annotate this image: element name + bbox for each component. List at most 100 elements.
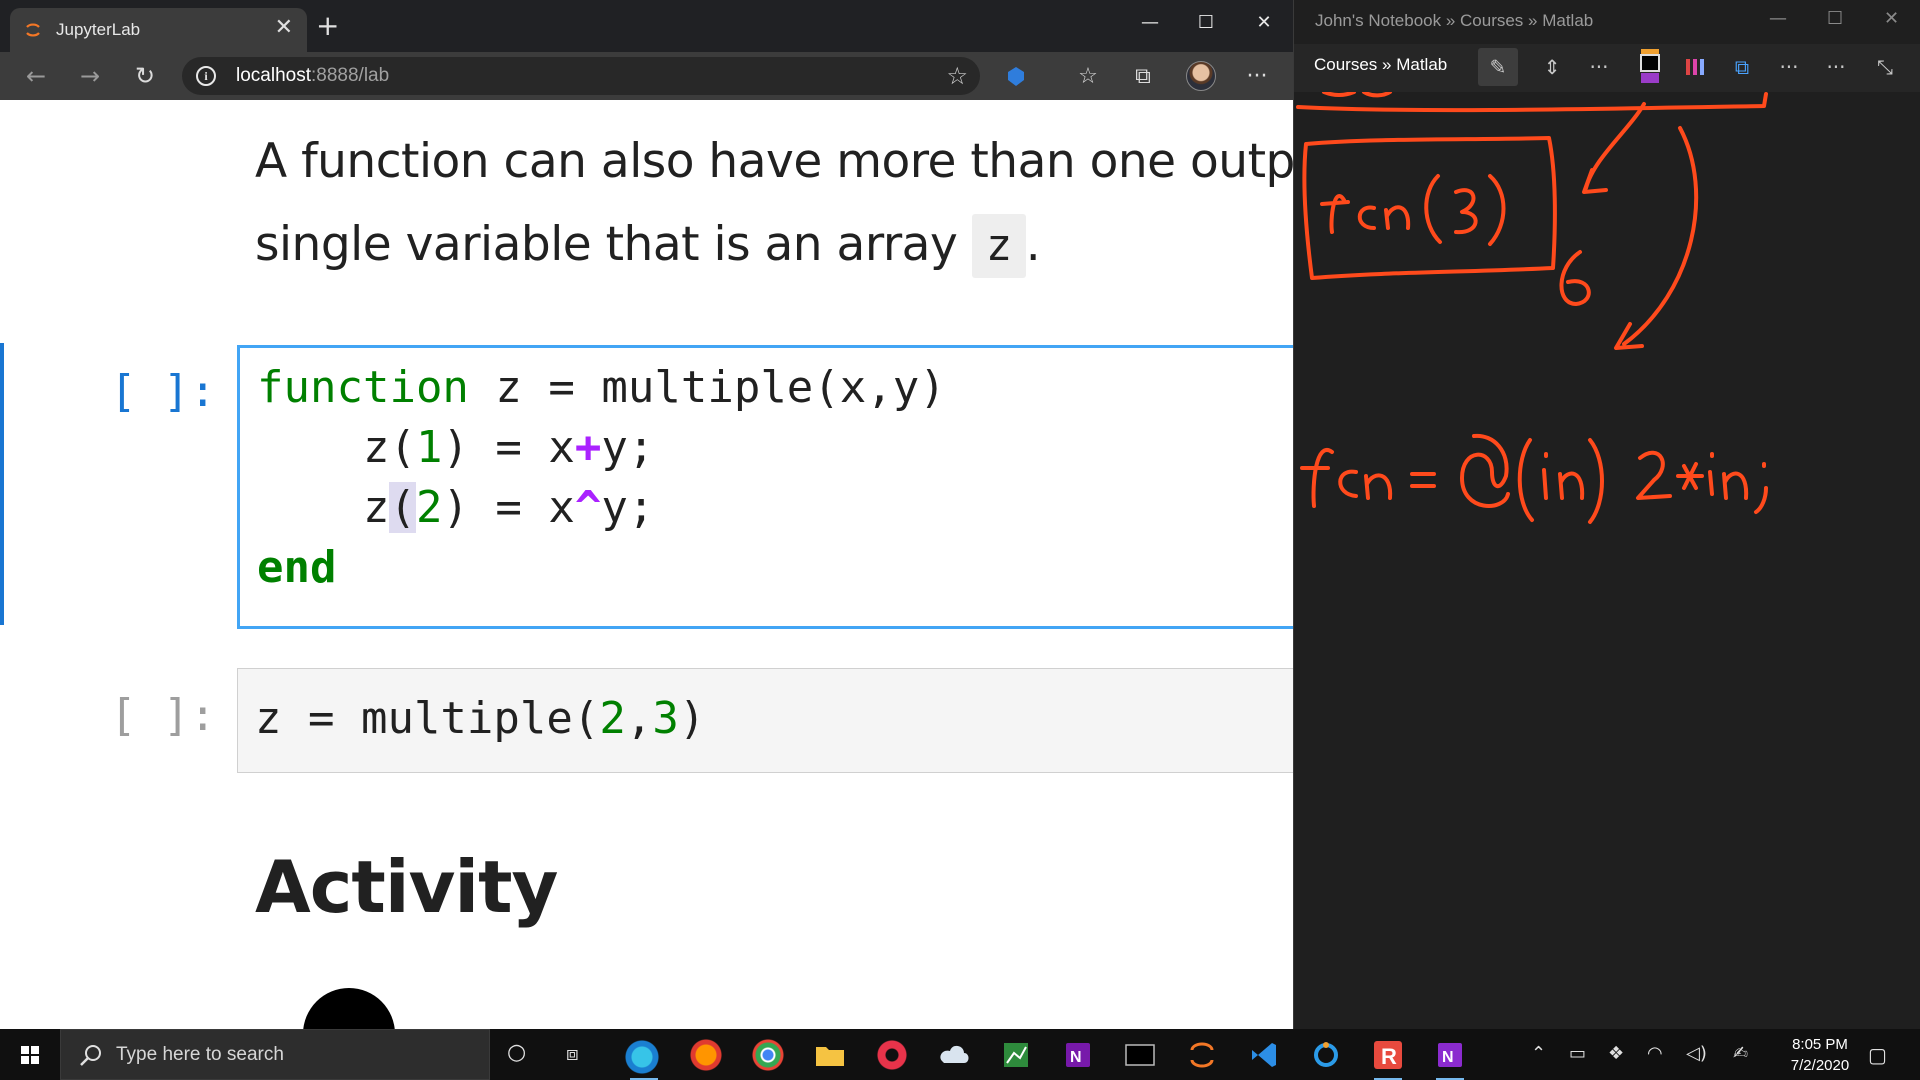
firefox-taskbar-icon[interactable] (686, 1035, 726, 1075)
ink-n (1384, 205, 1411, 230)
refresh-icon[interactable]: ↻ (127, 60, 163, 92)
rstudio-taskbar-icon[interactable]: R (1368, 1035, 1408, 1080)
minimize-button[interactable]: — (1122, 6, 1178, 40)
jupyter-taskbar-icon[interactable] (1182, 1035, 1222, 1075)
ink-n4 (1722, 471, 1749, 500)
action-center-icon[interactable]: ▢ (1868, 1043, 1887, 1067)
back-arrow-icon[interactable]: ← (18, 60, 54, 92)
tab-jupyterlab[interactable]: JupyterLab ✕ (10, 8, 307, 52)
onenote-breadcrumb[interactable]: Courses » Matlab (1314, 55, 1447, 75)
volume-icon[interactable]: ◁) (1686, 1043, 1707, 1064)
ink-arrow-1 (1582, 102, 1646, 194)
edge-taskbar-icon[interactable] (624, 1035, 664, 1080)
ink-box (1302, 136, 1557, 280)
markdown-text: single variable that is an array (255, 217, 972, 272)
taskbar-clock[interactable]: 8:05 PM 7/2/2020 (1760, 1034, 1880, 1076)
cortana-icon[interactable]: ○ (507, 1040, 526, 1065)
taskbar-search-box[interactable]: Type here to search (60, 1029, 490, 1080)
onenote-close-button[interactable]: ✕ (1884, 8, 1899, 29)
ink-i (1542, 452, 1548, 500)
terminal-taskbar-icon[interactable] (1120, 1035, 1160, 1075)
address-bar[interactable]: i localhost:8888/lab ☆ (182, 57, 980, 95)
tab-title: JupyterLab (56, 20, 141, 39)
app-red-taskbar-icon[interactable] (872, 1035, 912, 1075)
svg-text:N: N (1070, 1049, 1082, 1066)
pen-workspace-icon[interactable]: ✍ (1733, 1043, 1748, 1064)
ink-semicolon (1754, 462, 1768, 514)
code-line-4: end (257, 538, 336, 598)
more-menu-icon[interactable]: ··· (1241, 62, 1273, 92)
active-cell-indicator (0, 343, 4, 625)
onenote-maximize-button[interactable]: ☐ (1827, 8, 1843, 29)
url-text[interactable]: localhost:8888/lab (236, 65, 389, 87)
ink-arrow-2 (1614, 126, 1699, 350)
ink-open-paren2 (1517, 438, 1534, 522)
lasso-select-icon[interactable]: ✎ (1478, 48, 1518, 86)
close-window-button[interactable]: ✕ (1236, 6, 1292, 40)
search-placeholder: Type here to search (116, 1044, 284, 1065)
collapse-icon[interactable]: ⤡ (1865, 48, 1905, 86)
new-tab-button[interactable]: + (316, 12, 339, 40)
ink-c2 (1338, 469, 1358, 498)
ink-close-paren (1488, 174, 1506, 246)
ink-c (1357, 205, 1376, 230)
ink-3 (1454, 188, 1478, 235)
overflow-menu-icon[interactable]: ··· (1816, 48, 1856, 86)
pen-palette-icon[interactable] (1675, 48, 1715, 86)
maximize-button[interactable]: ☐ (1178, 6, 1234, 40)
ink-open-paren (1424, 174, 1442, 244)
app-chart-taskbar-icon[interactable] (996, 1035, 1036, 1075)
onenote-app-taskbar-icon[interactable]: N (1430, 1035, 1470, 1080)
shapes-icon[interactable]: ⧉ (1722, 48, 1762, 86)
jupyter-logo-icon (26, 23, 40, 37)
collections-icon[interactable]: ⧉ (1127, 62, 1159, 92)
ink-close-paren2 (1588, 438, 1604, 524)
ink-at (1460, 433, 1510, 508)
favorites-icon[interactable]: ☆ (1072, 62, 1104, 92)
app-cloud-taskbar-icon[interactable] (934, 1035, 974, 1075)
onenote-ink-canvas[interactable] (1294, 92, 1920, 1029)
clock-time: 8:05 PM (1792, 1036, 1848, 1053)
favorite-star-icon[interactable]: ☆ (946, 62, 968, 90)
sync-taskbar-icon[interactable] (1306, 1035, 1346, 1075)
task-view-icon[interactable]: ⧈ (566, 1041, 579, 1065)
more-tools-icon[interactable]: ··· (1579, 48, 1619, 86)
chrome-taskbar-icon[interactable] (748, 1035, 788, 1075)
file-explorer-taskbar-icon[interactable] (810, 1035, 850, 1075)
onenote-toolbar: Courses » Matlab ✎ ⇕ ··· ⧉ ··· ··· ⤡ (1294, 44, 1920, 92)
wifi-icon[interactable]: ◠ (1647, 1043, 1663, 1064)
notebook-panel: A function can also have more than one o… (0, 100, 1293, 1029)
dropbox-icon[interactable]: ❖ (1608, 1043, 1624, 1064)
tab-close-icon[interactable]: ✕ (275, 16, 293, 40)
black-circle-image (303, 988, 395, 1029)
onenote-taskbar-icon[interactable]: N (1058, 1035, 1098, 1075)
vscode-taskbar-icon[interactable] (1244, 1035, 1284, 1075)
battery-icon[interactable]: ▭ (1569, 1043, 1586, 1064)
cell-2-prompt: [ ]: (110, 690, 216, 741)
clock-date: 7/2/2020 (1790, 1057, 1850, 1074)
more-draw-icon[interactable]: ··· (1769, 48, 1809, 86)
ink-f2 (1300, 448, 1334, 508)
onenote-minimize-button[interactable]: — (1769, 8, 1787, 29)
forward-arrow-icon[interactable]: → (72, 60, 108, 92)
keyword-function: function (257, 362, 469, 413)
ink-2 (1636, 450, 1672, 500)
extension-icon[interactable] (1000, 62, 1032, 92)
code-line-1: function z = multiple(x,y) (257, 362, 946, 413)
ink-cut-text (1322, 92, 1392, 98)
ink-i2 (1708, 452, 1714, 496)
search-icon (80, 1045, 101, 1066)
ink-strokes (1296, 92, 1768, 524)
ink-6 (1559, 250, 1591, 306)
cell-1-prompt: [ ]: (110, 366, 216, 417)
pen-black-icon[interactable] (1630, 48, 1670, 86)
code-cell-2[interactable]: z = multiple(2,3) (237, 668, 1293, 773)
start-button[interactable] (0, 1029, 60, 1080)
url-host: localhost (236, 65, 311, 86)
show-hidden-icons[interactable]: ⌃ (1531, 1043, 1546, 1064)
insert-space-icon[interactable]: ⇕ (1532, 48, 1572, 86)
site-info-icon[interactable]: i (196, 66, 216, 86)
tab-strip: JupyterLab ✕ + — ☐ ✕ (0, 0, 1293, 52)
profile-avatar[interactable] (1186, 61, 1216, 91)
code-cell-1[interactable]: function z = multiple(x,y) z(1) = x+y; z… (237, 345, 1293, 629)
